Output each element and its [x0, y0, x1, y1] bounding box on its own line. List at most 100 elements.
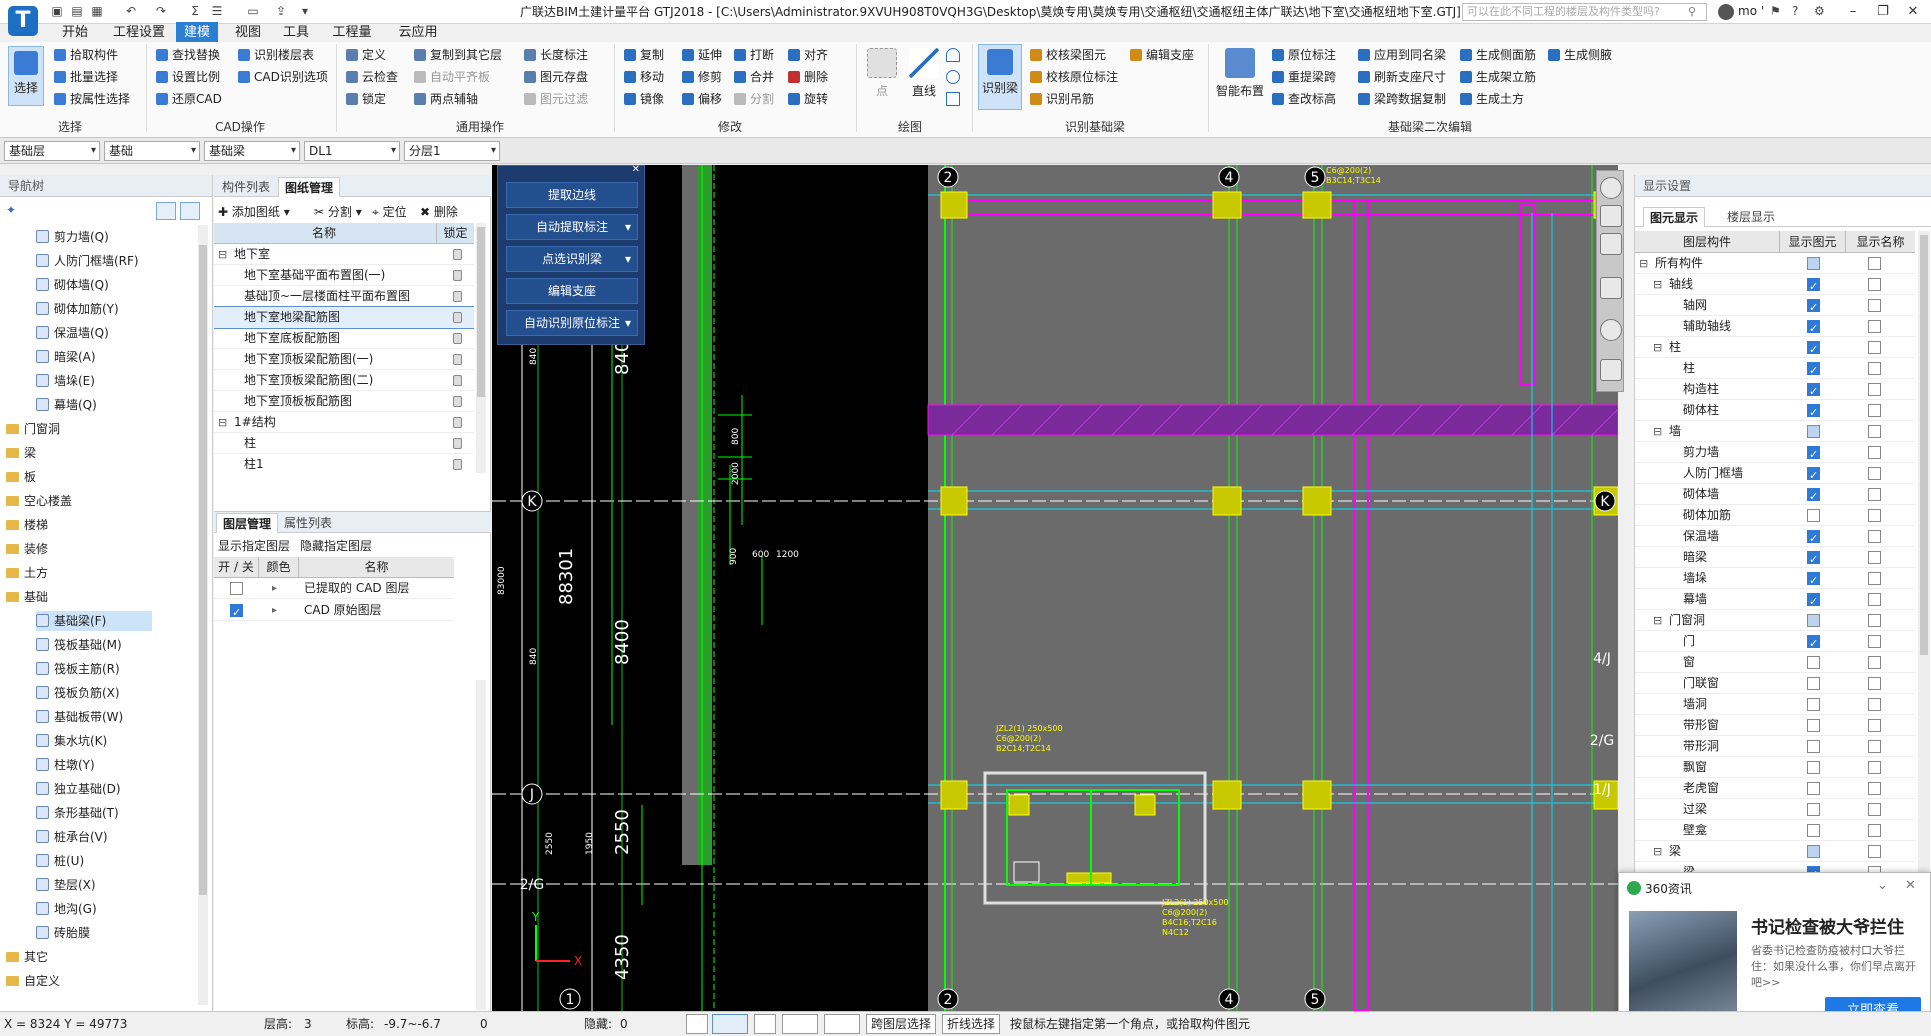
drawing-row[interactable]: 地下室顶板板配筋图 [214, 391, 474, 412]
lock-button[interactable]: 锁定 [344, 90, 386, 108]
refresh-support-size-button[interactable]: 刷新支座尺寸 [1356, 68, 1446, 86]
lock-icon[interactable] [453, 312, 462, 323]
lock-icon[interactable] [453, 396, 462, 407]
nav-item[interactable]: 独立基础(D) [36, 779, 152, 799]
show-name-checkbox[interactable] [1868, 803, 1881, 816]
show-element-checkbox[interactable] [1807, 297, 1820, 318]
lock-icon[interactable] [453, 459, 462, 470]
undo-icon[interactable]: ↶ [122, 2, 140, 20]
display-row[interactable]: 窗 [1635, 652, 1915, 673]
nav-item[interactable]: 垫层(X) [36, 875, 152, 895]
point-recognize-beam-button[interactable]: 点选识别梁 ▾ [506, 246, 638, 272]
show-element-checkbox[interactable] [1807, 761, 1820, 774]
display-row[interactable]: 人防门框墙 [1635, 463, 1915, 486]
help-search-input[interactable]: 可以在此不同工程的楼层及构件类型吗? [1462, 3, 1707, 21]
merge-button[interactable]: 合并 [732, 68, 774, 86]
collapse-icon[interactable]: ⊟ [218, 412, 227, 433]
display-scrollbar[interactable] [1918, 231, 1930, 881]
lock-icon[interactable] [453, 354, 462, 365]
find-replace-button[interactable]: 查找替换 [154, 46, 220, 64]
align-button[interactable]: 对齐 [786, 46, 828, 64]
extend-button[interactable]: 延伸 [680, 46, 722, 64]
collapse-icon[interactable]: ⊟ [1653, 610, 1662, 631]
open-icon[interactable]: ▦ [88, 2, 106, 20]
display-row[interactable]: 构造柱 [1635, 379, 1915, 402]
show-name-checkbox[interactable] [1868, 530, 1881, 543]
recognize-beam-button[interactable]: 识别梁 [978, 44, 1022, 110]
tab-component-list[interactable]: 构件列表 [216, 177, 276, 197]
original-label-button[interactable]: 原位标注 [1270, 46, 1336, 64]
close-icon[interactable]: ✕ [632, 164, 640, 175]
nav-item[interactable]: 土方 [6, 563, 196, 583]
grid-view-icon[interactable] [180, 202, 200, 220]
show-element-checkbox[interactable] [1807, 549, 1820, 570]
show-element-checkbox[interactable] [1807, 656, 1820, 669]
snap-icon[interactable] [712, 1014, 748, 1034]
display-row[interactable]: 壁龛 [1635, 820, 1915, 841]
layer-toggle-checkbox[interactable] [230, 602, 243, 623]
extract-edge-button[interactable]: 提取边线 [506, 182, 638, 208]
element-filter-button[interactable]: 图元过滤 [522, 90, 588, 108]
gen-side-rebar-button[interactable]: 生成侧面筋 [1458, 46, 1536, 64]
display-row[interactable]: 辅助轴线 [1635, 316, 1915, 339]
show-element-checkbox[interactable] [1807, 719, 1820, 732]
show-name-checkbox[interactable] [1868, 635, 1881, 648]
tab-quantities[interactable]: 工程量 [328, 22, 376, 44]
user-name[interactable]: mo ' [1738, 4, 1764, 18]
show-element-checkbox[interactable] [1807, 339, 1820, 360]
show-name-checkbox[interactable] [1868, 740, 1881, 753]
edit-support-cad-button[interactable]: 编辑支座 [506, 278, 638, 304]
show-element-checkbox[interactable] [1807, 402, 1820, 423]
display-row[interactable]: 轴网 [1635, 295, 1915, 318]
show-name-checkbox[interactable] [1868, 698, 1881, 711]
nav-item[interactable]: 集水坑(K) [36, 731, 152, 751]
show-name-checkbox[interactable] [1868, 257, 1881, 270]
nav-item[interactable]: 桩(U) [36, 851, 152, 871]
split-drawing-button[interactable]: ✂ 分割 ▾ [314, 203, 362, 220]
edit-support-button[interactable]: 编辑支座 [1128, 46, 1194, 64]
show-name-checkbox[interactable] [1868, 824, 1881, 837]
nav-item[interactable]: 楼梯 [6, 515, 196, 535]
pin-icon[interactable]: ✦ [6, 203, 16, 217]
show-element-checkbox[interactable] [1807, 257, 1820, 270]
mirror-button[interactable]: 镜像 [622, 90, 664, 108]
cross-icon[interactable] [754, 1014, 776, 1034]
drawing-row[interactable]: 柱1 [214, 454, 474, 474]
display-row[interactable]: ⊟ 门窗洞 [1635, 610, 1915, 631]
show-element-checkbox[interactable] [1807, 465, 1820, 486]
display-row[interactable]: 保温墙 [1635, 526, 1915, 549]
show-element-checkbox[interactable] [1807, 360, 1820, 381]
nav-item[interactable]: 砌体加筋(Y) [36, 299, 152, 319]
angle-icon[interactable] [782, 1014, 818, 1034]
show-name-checkbox[interactable] [1868, 782, 1881, 795]
show-element-checkbox[interactable] [1807, 509, 1820, 522]
minimize-icon[interactable]: – [1838, 0, 1868, 24]
more-icon[interactable]: ▾ [296, 2, 314, 20]
display-row[interactable]: 柱 [1635, 358, 1915, 381]
nav-item[interactable]: 暗梁(A) [36, 347, 152, 367]
show-name-checkbox[interactable] [1868, 446, 1881, 459]
nav-item[interactable]: 柱墩(Y) [36, 755, 152, 775]
pick-component-button[interactable]: 拾取构件 [52, 46, 118, 64]
expand-icon[interactable]: ▸ [272, 600, 277, 621]
collapse-icon[interactable]: ⊟ [1653, 421, 1662, 442]
show-name-checkbox[interactable] [1868, 488, 1881, 501]
cad-drawing[interactable]: 1 2 4 5 K K J 2/G 1/J 2/G 4/J 1 2 4 5 88… [492, 165, 1618, 1011]
drawing-row[interactable]: ⊟ 地下室 [214, 244, 474, 265]
drawing-row[interactable]: 基础顶~一层楼面柱平面布置图 [214, 286, 474, 307]
show-name-checkbox[interactable] [1868, 719, 1881, 732]
show-name-checkbox[interactable] [1868, 761, 1881, 774]
drawing-scrollbar[interactable] [476, 223, 486, 473]
tab-property-list[interactable]: 属性列表 [278, 513, 338, 533]
collapse-icon[interactable]: ⊟ [1639, 253, 1648, 274]
display-row[interactable]: 幕墙 [1635, 589, 1915, 612]
show-element-checkbox[interactable] [1807, 276, 1820, 297]
show-element-checkbox[interactable] [1807, 528, 1820, 549]
drawing-row[interactable]: 地下室地梁配筋图 [214, 306, 474, 329]
show-name-checkbox[interactable] [1868, 677, 1881, 690]
list-view-icon[interactable] [156, 202, 176, 220]
display-row[interactable]: 砌体加筋 [1635, 505, 1915, 526]
expand-icon[interactable]: ▸ [272, 578, 277, 599]
lock-icon[interactable] [453, 375, 462, 386]
display-row[interactable]: ⊟ 梁 [1635, 841, 1915, 862]
